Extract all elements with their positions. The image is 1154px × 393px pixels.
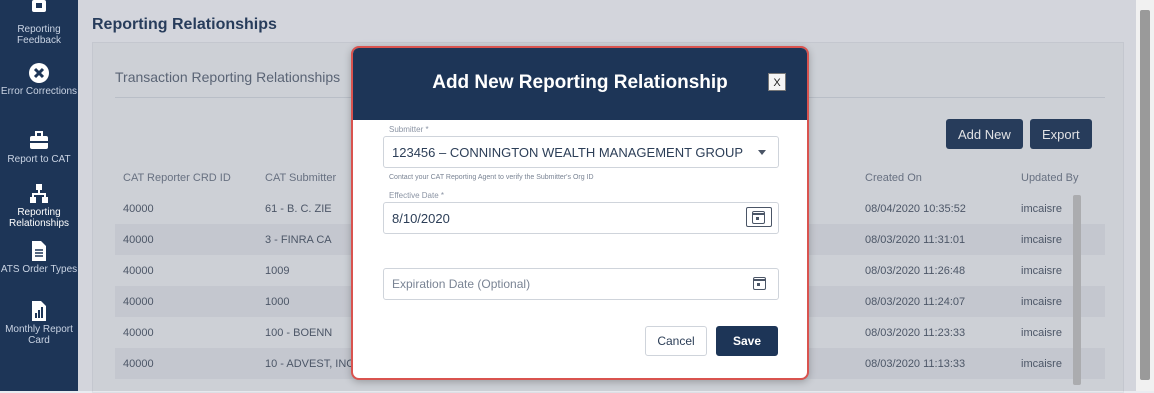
sidebar-item-label: Monthly Report Card	[5, 324, 73, 346]
document-icon	[32, 241, 46, 261]
submitter-helper-text: Contact your CAT Reporting Agent to veri…	[389, 174, 594, 181]
calendar-icon[interactable]	[753, 277, 766, 290]
effective-date-field[interactable]: 8/10/2020	[383, 202, 779, 234]
calendar-icon	[752, 211, 765, 224]
sidebar-item-report-to-cat[interactable]: Report to CAT	[0, 130, 78, 165]
close-button[interactable]: X	[768, 73, 786, 91]
sidebar-item-reporting-relationships[interactable]: Reporting Relationships	[0, 183, 78, 229]
calendar-button[interactable]	[746, 207, 772, 227]
submitter-select[interactable]: 123456 – CONNINGTON WEALTH MANAGEMENT GR…	[383, 136, 779, 168]
briefcase-icon	[30, 131, 48, 149]
add-relationship-dialog: Add New Reporting Relationship X Submitt…	[351, 46, 809, 380]
sidebar-item-label: Error Corrections	[0, 86, 78, 97]
relationships-icon	[30, 184, 48, 203]
cancel-button[interactable]: Cancel	[645, 326, 707, 356]
sidebar-item-label: Reporting Relationships	[8, 207, 70, 229]
sidebar-nav: Reporting Feedback Error Corrections Rep…	[0, 0, 78, 391]
save-button[interactable]: Save	[716, 326, 778, 356]
effective-date-label: Effective Date *	[389, 191, 444, 200]
error-x-icon	[29, 63, 49, 83]
sidebar-item-label: Report to CAT	[7, 154, 71, 165]
sidebar-item-ats-order-types[interactable]: ATS Order Types	[0, 240, 78, 275]
submitter-value: 123456 – CONNINGTON WEALTH MANAGEMENT GR…	[392, 145, 744, 160]
sidebar-item-error-corrections[interactable]: Error Corrections	[0, 62, 78, 97]
report-feedback-icon	[32, 0, 46, 12]
submitter-label: Submitter *	[389, 125, 429, 134]
page-scrollbar-thumb[interactable]	[1140, 10, 1150, 380]
expiration-date-field[interactable]: Expiration Date (Optional)	[383, 268, 779, 300]
sidebar-item-reporting-feedback[interactable]: Reporting Feedback	[0, 0, 78, 46]
sidebar-item-monthly-report-card[interactable]: Monthly Report Card	[0, 300, 78, 346]
sidebar-item-label: ATS Order Types	[0, 264, 78, 275]
bar-chart-icon	[32, 301, 46, 321]
expiration-date-placeholder: Expiration Date (Optional)	[392, 277, 531, 291]
dialog-header: Add New Reporting Relationship X	[353, 48, 807, 120]
effective-date-value: 8/10/2020	[392, 211, 450, 226]
chevron-down-icon	[758, 150, 766, 155]
dialog-title: Add New Reporting Relationship	[432, 72, 728, 93]
sidebar-item-label: Reporting Feedback	[17, 24, 61, 46]
